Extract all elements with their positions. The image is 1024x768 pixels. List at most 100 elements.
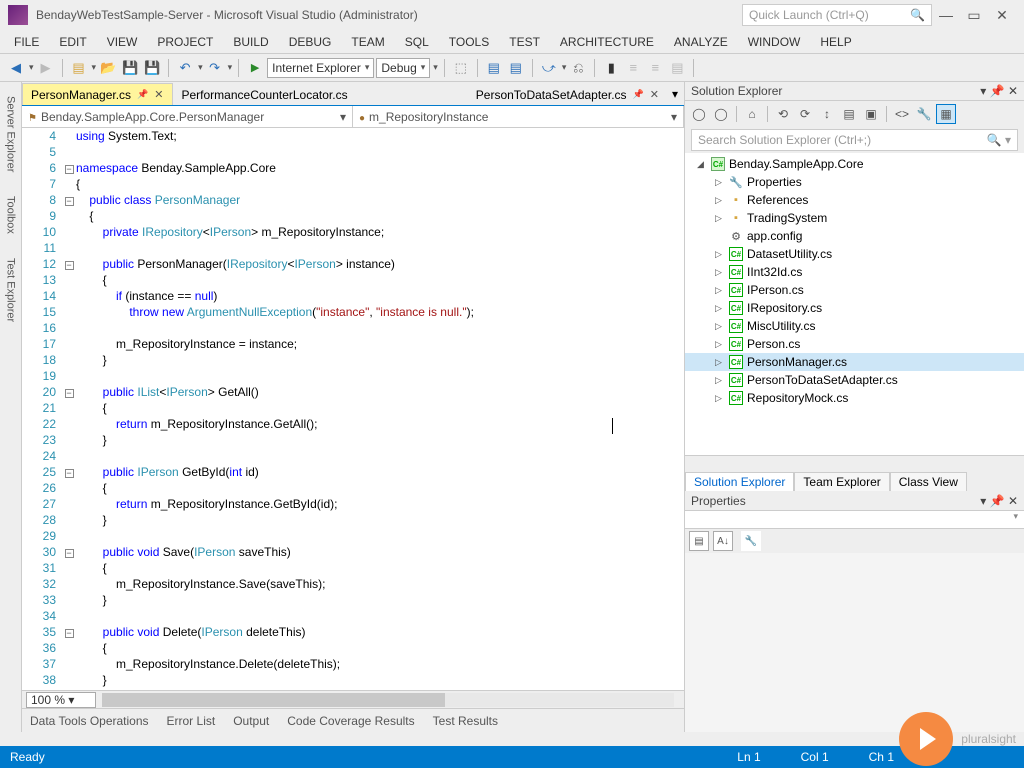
tree-node[interactable]: ◢C#Benday.SampleApp.Core: [685, 155, 1024, 173]
start-debug-button[interactable]: ▶: [245, 58, 265, 78]
tool-tab-test-explorer[interactable]: Test Explorer: [3, 248, 19, 332]
refresh-icon[interactable]: ⟳: [795, 104, 815, 124]
back-icon[interactable]: ◯: [689, 104, 709, 124]
tool-btn-8[interactable]: ≡: [645, 58, 665, 78]
zoom-combo[interactable]: 100 % ▾: [26, 692, 96, 708]
tree-node[interactable]: ▷▪TradingSystem: [685, 209, 1024, 227]
run-target-combo[interactable]: Internet Explorer ▾: [267, 58, 374, 78]
right-tab-class-view[interactable]: Class View: [890, 472, 967, 491]
tree-h-scrollbar[interactable]: [685, 455, 1024, 470]
menu-architecture[interactable]: ARCHITECTURE: [550, 33, 664, 51]
fold-toggle[interactable]: −: [65, 165, 74, 174]
fwd-icon[interactable]: ◯: [711, 104, 731, 124]
output-tab-error-list[interactable]: Error List: [167, 714, 216, 728]
member-combo[interactable]: ●m_RepositoryInstance▾: [353, 106, 684, 127]
tree-node[interactable]: ▷C#PersonManager.cs: [685, 353, 1024, 371]
minimize-button[interactable]: —: [932, 7, 960, 23]
close-tab-icon[interactable]: ✕: [154, 88, 163, 101]
preview-icon[interactable]: ▣: [861, 104, 881, 124]
properties-object-combo[interactable]: ▾: [685, 511, 1024, 529]
categorized-button[interactable]: ▤: [689, 531, 709, 551]
close-tab-icon[interactable]: ✕: [650, 88, 659, 101]
fold-toggle[interactable]: −: [65, 197, 74, 206]
open-file-button[interactable]: 📂: [98, 58, 118, 78]
output-tab-test-results[interactable]: Test Results: [433, 714, 498, 728]
prop-pages-button[interactable]: 🔧: [741, 531, 761, 551]
tree-node[interactable]: ▷▪References: [685, 191, 1024, 209]
save-all-button[interactable]: 💾: [142, 58, 162, 78]
menu-team[interactable]: TEAM: [341, 33, 394, 51]
scope-combo[interactable]: ⚑Benday.SampleApp.Core.PersonManager▾: [22, 106, 353, 127]
nav-back-button[interactable]: ◀: [6, 58, 26, 78]
menu-sql[interactable]: SQL: [395, 33, 439, 51]
solution-search-input[interactable]: Search Solution Explorer (Ctrl+;) 🔍 ▾: [691, 129, 1018, 151]
redo-button[interactable]: ↷: [205, 58, 225, 78]
tool-btn-4[interactable]: ⤻: [539, 58, 559, 78]
home-icon[interactable]: ⌂: [742, 104, 762, 124]
menu-window[interactable]: WINDOW: [738, 33, 811, 51]
dropdown-icon[interactable]: ▾: [980, 84, 986, 98]
tab-right[interactable]: PersonToDataSetAdapter.cs 📌 ✕: [467, 83, 668, 105]
properties-icon[interactable]: 🔧: [914, 104, 934, 124]
menu-tools[interactable]: TOOLS: [439, 33, 499, 51]
right-tab-solution-explorer[interactable]: Solution Explorer: [685, 472, 794, 491]
output-tab-output[interactable]: Output: [233, 714, 269, 728]
new-project-button[interactable]: ▤: [69, 58, 89, 78]
quick-launch-input[interactable]: Quick Launch (Ctrl+Q) 🔍: [742, 4, 932, 26]
tree-node[interactable]: ▷C#Person.cs: [685, 335, 1024, 353]
pin-icon[interactable]: 📌: [990, 494, 1005, 508]
output-tab-code-coverage-results[interactable]: Code Coverage Results: [287, 714, 414, 728]
fold-toggle[interactable]: −: [65, 629, 74, 638]
code-editor[interactable]: 4567891011121314151617181920212223242526…: [22, 128, 684, 690]
restore-button[interactable]: ▭: [960, 7, 988, 24]
tool-tab-toolbox[interactable]: Toolbox: [3, 186, 19, 244]
menu-edit[interactable]: EDIT: [49, 33, 96, 51]
tool-btn-6[interactable]: ▮: [601, 58, 621, 78]
h-scrollbar[interactable]: [102, 693, 674, 707]
tree-node[interactable]: ▷C#PersonToDataSetAdapter.cs: [685, 371, 1024, 389]
close-button[interactable]: ✕: [988, 7, 1016, 24]
tool-btn-2[interactable]: ▤: [484, 58, 504, 78]
tree-node[interactable]: ▷C#IRepository.cs: [685, 299, 1024, 317]
tree-node[interactable]: ▷C#DatasetUtility.cs: [685, 245, 1024, 263]
sync-icon[interactable]: ⟲: [773, 104, 793, 124]
alpha-button[interactable]: A↓: [713, 531, 733, 551]
menu-debug[interactable]: DEBUG: [279, 33, 342, 51]
tabs-overflow-icon[interactable]: ▾: [672, 87, 678, 101]
tree-node[interactable]: ▷C#MiscUtility.cs: [685, 317, 1024, 335]
close-pane-icon[interactable]: ✕: [1008, 84, 1018, 98]
nav-fwd-button[interactable]: ▶: [36, 58, 56, 78]
dropdown-icon[interactable]: ▾: [980, 494, 986, 508]
close-pane-icon[interactable]: ✕: [1008, 494, 1018, 508]
output-tab-data-tools-operations[interactable]: Data Tools Operations: [30, 714, 149, 728]
tab-second[interactable]: PerformanceCounterLocator.cs: [173, 83, 357, 105]
tool-btn-5[interactable]: ⎌: [568, 58, 588, 78]
tree-node[interactable]: ▷C#IInt32Id.cs: [685, 263, 1024, 281]
tree-node[interactable]: ▷C#RepositoryMock.cs: [685, 389, 1024, 407]
collapse-icon[interactable]: ↕: [817, 104, 837, 124]
pin-icon[interactable]: 📌: [633, 89, 644, 100]
menu-build[interactable]: BUILD: [223, 33, 278, 51]
menu-analyze[interactable]: ANALYZE: [664, 33, 738, 51]
pin-icon[interactable]: 📌: [990, 84, 1005, 98]
menu-test[interactable]: TEST: [499, 33, 550, 51]
code-icon[interactable]: <>: [892, 104, 912, 124]
tree-node[interactable]: ⚙app.config: [685, 227, 1024, 245]
tool-tab-server-explorer[interactable]: Server Explorer: [3, 86, 19, 182]
tool-btn-3[interactable]: ▤: [506, 58, 526, 78]
pin-icon[interactable]: 📌: [137, 89, 148, 100]
tree-node[interactable]: ▷C#IPerson.cs: [685, 281, 1024, 299]
right-tab-team-explorer[interactable]: Team Explorer: [794, 472, 889, 491]
fold-toggle[interactable]: −: [65, 261, 74, 270]
config-combo[interactable]: Debug ▾: [376, 58, 430, 78]
show-all-icon[interactable]: ▤: [839, 104, 859, 124]
undo-button[interactable]: ↶: [175, 58, 195, 78]
fold-toggle[interactable]: −: [65, 469, 74, 478]
fold-toggle[interactable]: −: [65, 389, 74, 398]
tool-btn-7[interactable]: ≡: [623, 58, 643, 78]
menu-project[interactable]: PROJECT: [147, 33, 223, 51]
tool-btn-9[interactable]: ▤: [667, 58, 687, 78]
fold-toggle[interactable]: −: [65, 549, 74, 558]
tree-node[interactable]: ▷🔧Properties: [685, 173, 1024, 191]
menu-file[interactable]: FILE: [4, 33, 49, 51]
